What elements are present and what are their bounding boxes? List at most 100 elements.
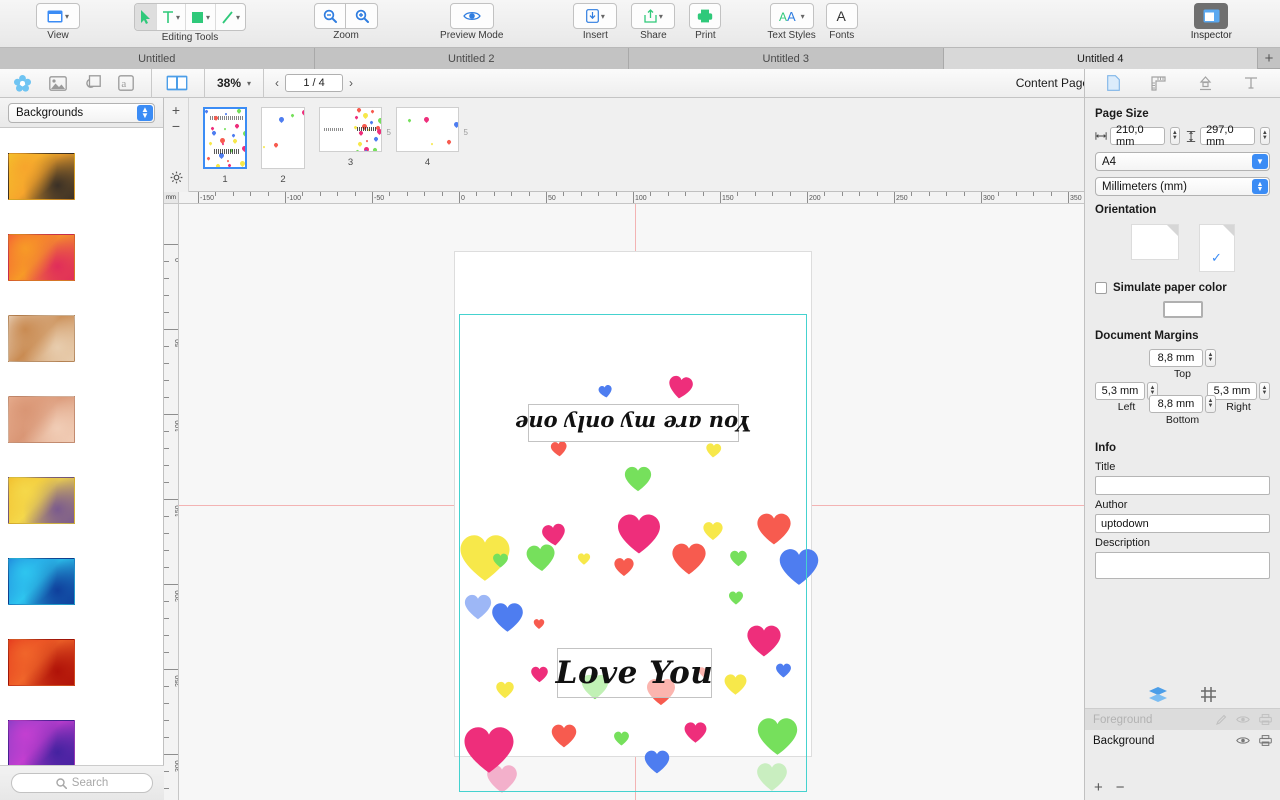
background-thumbnail[interactable] bbox=[0, 541, 82, 622]
share-button[interactable]: ▾ bbox=[631, 3, 676, 29]
line-tool[interactable]: ▾ bbox=[216, 4, 245, 30]
gear-icon[interactable] bbox=[170, 171, 183, 184]
paper-color-swatch[interactable] bbox=[1162, 301, 1203, 318]
background-thumbnail[interactable] bbox=[0, 298, 82, 379]
background-thumbnail[interactable] bbox=[0, 217, 82, 298]
text-frame-top[interactable]: You are my only one bbox=[515, 404, 752, 442]
preview-mode-button[interactable] bbox=[449, 3, 494, 29]
text-tool[interactable]: ▾ bbox=[157, 4, 187, 30]
margin-right-stepper[interactable]: ▲ ▼ bbox=[1259, 382, 1270, 400]
horizontal-ruler[interactable]: -150 -100 -50 0 50 100 150 200 250 300 350 bbox=[164, 192, 1084, 204]
shapes-icon[interactable] bbox=[84, 75, 101, 91]
text-icon[interactable] bbox=[1244, 76, 1258, 90]
background-thumbnail[interactable] bbox=[0, 379, 82, 460]
page-preset-dropdown[interactable]: A4 ▼ bbox=[1095, 152, 1270, 171]
page-thumbnail-strip: + − 1 2 5354 bbox=[164, 98, 1084, 192]
ruler-minor-tick bbox=[302, 192, 304, 196]
background-thumbnail[interactable] bbox=[0, 622, 82, 703]
units-dropdown[interactable]: Millimeters (mm) ▲ ▼ bbox=[1095, 177, 1270, 196]
document-tab-4[interactable]: Untitled 4 bbox=[943, 48, 1258, 69]
eye-icon[interactable] bbox=[1236, 736, 1250, 745]
background-thumbnail[interactable] bbox=[0, 460, 82, 541]
remove-page-button[interactable]: − bbox=[172, 119, 180, 133]
remove-layer-button[interactable]: − bbox=[1116, 779, 1125, 796]
ruler-unit-corner[interactable]: mm bbox=[164, 192, 179, 204]
cursor-arrow-tool[interactable] bbox=[135, 4, 157, 30]
page-height-stepper[interactable]: ▲ ▼ bbox=[1259, 127, 1271, 145]
fonts-button[interactable]: A bbox=[825, 3, 858, 29]
image-icon[interactable] bbox=[49, 75, 67, 91]
page-artboard[interactable]: You are my only one Love You bbox=[455, 252, 819, 793]
page-height-field[interactable]: 297,0 mm bbox=[1200, 124, 1255, 148]
print-button[interactable] bbox=[689, 3, 722, 29]
text-wrap-icon[interactable]: a bbox=[118, 75, 134, 91]
insert-button[interactable]: ▾ bbox=[573, 3, 618, 29]
author-label: Author bbox=[1095, 499, 1128, 511]
zoom-percent-value[interactable]: 38% bbox=[217, 76, 241, 90]
ruler-tick-label: 350 bbox=[1070, 195, 1082, 202]
page-thumbnail[interactable]: 54 bbox=[396, 107, 468, 168]
document-tab-1[interactable]: Untitled bbox=[0, 48, 315, 69]
margin-top-stepper[interactable]: ▲ ▼ bbox=[1205, 349, 1216, 367]
page-thumbnail[interactable]: 2 bbox=[261, 107, 305, 185]
margin-bottom-stepper[interactable]: ▲ ▼ bbox=[1205, 395, 1216, 413]
next-page-button[interactable]: › bbox=[343, 76, 359, 90]
layer-row-foreground[interactable]: Foreground bbox=[1085, 709, 1280, 730]
shape-tool[interactable]: ▾ bbox=[186, 4, 217, 30]
document-canvas[interactable]: You are my only one Love You bbox=[179, 204, 1084, 800]
printer-icon[interactable] bbox=[1259, 714, 1272, 725]
master-icon[interactable] bbox=[1198, 75, 1213, 91]
description-field[interactable] bbox=[1095, 552, 1270, 579]
title-field[interactable] bbox=[1095, 476, 1270, 495]
ruler-minor-tick bbox=[1050, 192, 1052, 196]
page-preset-value: A4 bbox=[1102, 155, 1117, 168]
add-layer-button[interactable]: + bbox=[1094, 779, 1103, 796]
vertical-ruler[interactable]: 050100150200250300 bbox=[164, 192, 179, 800]
layout-icon[interactable] bbox=[1151, 75, 1166, 91]
document-icon[interactable] bbox=[1106, 75, 1120, 91]
spread-view-icon[interactable] bbox=[166, 75, 188, 91]
margin-top-field[interactable]: 8,8 mm bbox=[1149, 349, 1203, 367]
simulate-paper-color-checkbox[interactable] bbox=[1095, 282, 1107, 294]
ruler-minor-tick bbox=[528, 192, 530, 196]
margin-left-field[interactable]: 5,3 mm bbox=[1095, 382, 1145, 400]
new-tab-button[interactable]: + bbox=[1258, 48, 1280, 68]
toolbar-group-text-styles: A A ▾ Text Styles bbox=[767, 0, 816, 41]
page-width-field[interactable]: 210,0 mm bbox=[1110, 124, 1165, 148]
simulate-paper-color-row[interactable]: Simulate paper color bbox=[1095, 282, 1270, 294]
view-button[interactable]: ▾ bbox=[36, 3, 80, 29]
landscape-option[interactable] bbox=[1130, 224, 1179, 260]
author-field[interactable]: uptodown bbox=[1095, 514, 1270, 533]
inspector-toggle-button[interactable] bbox=[1194, 3, 1229, 29]
backgrounds-flower-icon[interactable] bbox=[13, 74, 32, 93]
page-thumbnail[interactable]: 53 bbox=[319, 107, 391, 168]
page-thumbnail[interactable]: 1 bbox=[203, 107, 247, 185]
stepper-icon: ▲▼ bbox=[137, 104, 153, 121]
document-tab-3[interactable]: Untitled 3 bbox=[629, 48, 944, 69]
margin-bottom-field[interactable]: 8,8 mm bbox=[1149, 395, 1203, 413]
page-width-stepper[interactable]: ▲ ▼ bbox=[1169, 127, 1181, 145]
text-frame-bottom[interactable]: Love You bbox=[556, 648, 713, 698]
backgrounds-scroll-area[interactable] bbox=[0, 128, 163, 765]
text-styles-button[interactable]: A A ▾ bbox=[769, 3, 814, 29]
category-dropdown[interactable]: Backgrounds ▲ ▼ bbox=[8, 102, 155, 123]
eye-icon[interactable] bbox=[1236, 715, 1250, 724]
background-thumbnail[interactable] bbox=[0, 703, 82, 765]
document-tab-2[interactable]: Untitled 2 bbox=[314, 48, 629, 69]
toolbar-group-share: ▾ Share bbox=[631, 0, 676, 41]
layer-row-background[interactable]: Background bbox=[1085, 730, 1280, 751]
previous-page-button[interactable]: ‹ bbox=[269, 76, 285, 90]
page-indicator-field[interactable]: 1 / 4 bbox=[285, 74, 344, 92]
grid-icon[interactable] bbox=[1200, 686, 1217, 703]
toolbar-group-insert: ▾ Insert bbox=[573, 0, 618, 41]
printer-icon[interactable] bbox=[1259, 735, 1272, 746]
pencil-icon[interactable] bbox=[1216, 714, 1227, 725]
layers-icon[interactable] bbox=[1148, 686, 1168, 703]
zoom-in-button[interactable] bbox=[346, 3, 379, 29]
add-page-button[interactable]: + bbox=[172, 103, 180, 117]
background-thumbnail[interactable] bbox=[0, 136, 82, 217]
portrait-option[interactable]: ✓ bbox=[1198, 224, 1235, 272]
search-input[interactable]: Search bbox=[11, 773, 153, 793]
zoom-out-button[interactable] bbox=[314, 3, 347, 29]
ruler-tick-label: 50 bbox=[548, 195, 556, 202]
